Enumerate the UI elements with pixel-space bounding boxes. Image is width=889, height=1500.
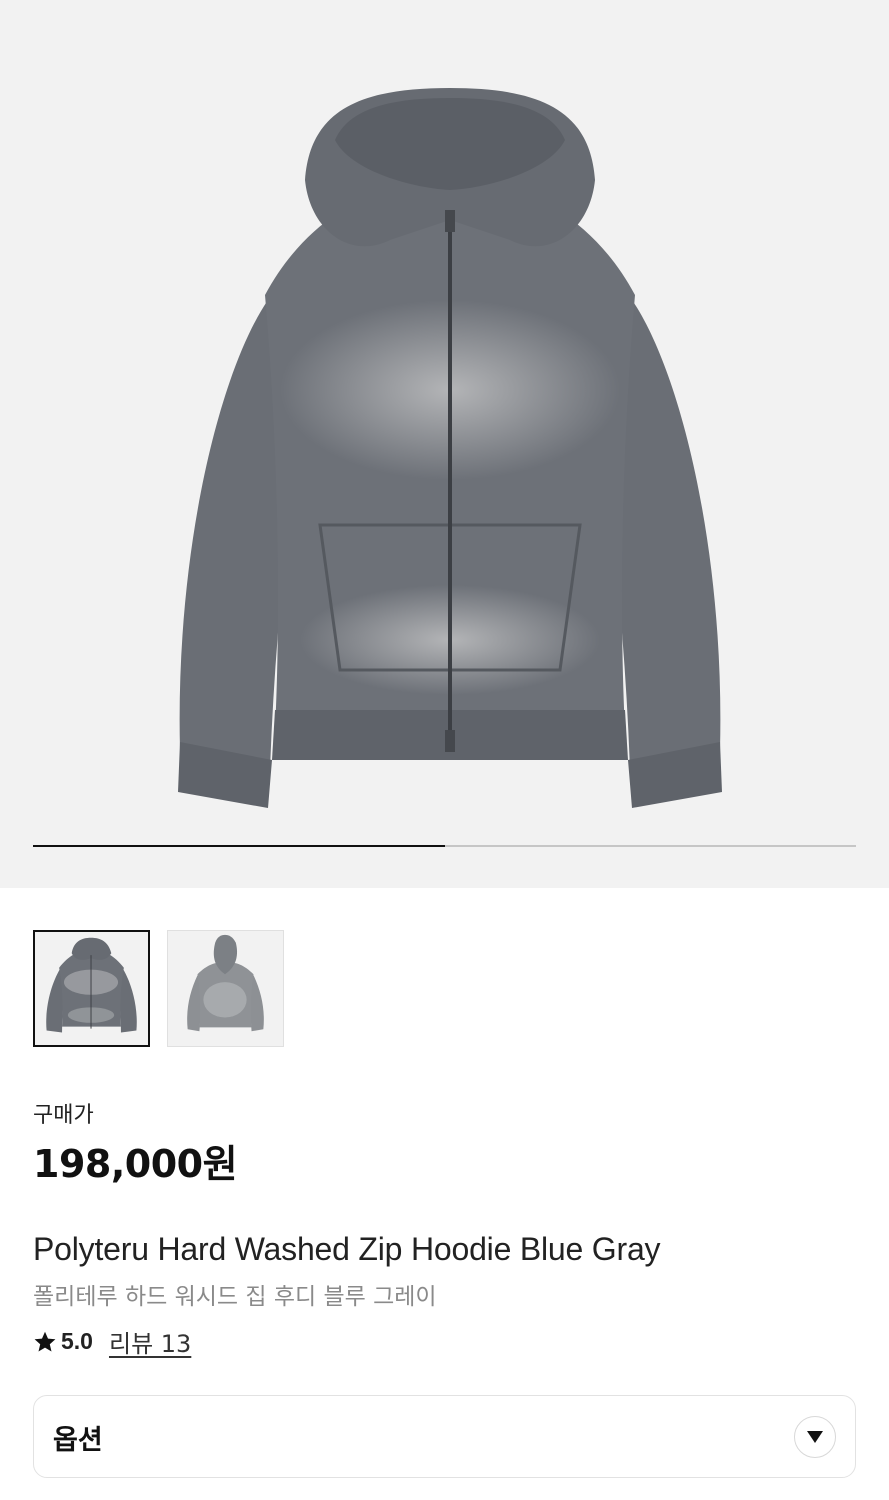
option-label: 옵션	[53, 1425, 103, 1456]
product-name-korean: 폴리테루 하드 워시드 집 후디 블루 그레이	[33, 1284, 437, 1310]
option-toggle-button[interactable]	[794, 1416, 836, 1458]
price-label: 구매가	[33, 1103, 94, 1128]
thumbnail-front[interactable]	[33, 930, 150, 1047]
product-price: 198,000원	[33, 1142, 238, 1186]
product-main-image	[178, 88, 722, 808]
product-image-gallery[interactable]	[0, 0, 889, 888]
option-selector[interactable]: 옵션	[33, 1395, 856, 1478]
thumbnail-back-image	[187, 934, 264, 1032]
review-count-link[interactable]: 리뷰 13	[109, 1324, 191, 1359]
rating-value: 5.0	[61, 1328, 93, 1354]
thumbnail-back[interactable]	[167, 930, 284, 1047]
rating-row: 5.0 리뷰 13	[33, 1324, 191, 1359]
product-name-english: Polyteru Hard Washed Zip Hoodie Blue Gra…	[33, 1231, 661, 1267]
gallery-progress-track	[33, 845, 856, 847]
chevron-down-icon	[807, 1431, 823, 1443]
thumbnail-list	[33, 930, 284, 1047]
thumbnail-front-image	[46, 937, 137, 1033]
star-icon	[34, 1331, 56, 1351]
gallery-progress-fill	[33, 845, 445, 847]
